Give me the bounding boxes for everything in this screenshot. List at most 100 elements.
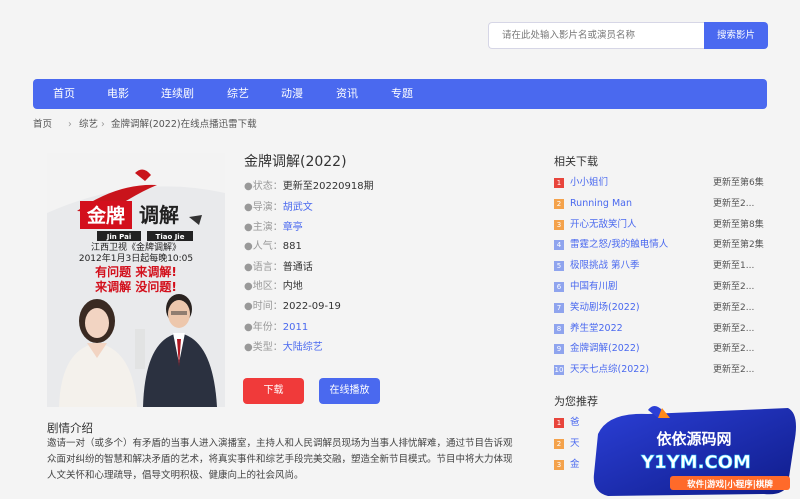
info-label: ●语言： — [244, 262, 283, 273]
breadcrumb-home[interactable]: 首页 — [33, 118, 52, 132]
info-label: ●年份： — [244, 322, 283, 333]
watermark-line3: 软件|游戏|小程序|棋牌 — [687, 479, 773, 490]
poster-line1: 江西卫视《金牌调解》 — [91, 241, 181, 253]
related-item-title[interactable]: 雷霆之怒/我的触电情人 — [570, 238, 668, 252]
poster-pinyin-1: Jin Pai — [106, 233, 132, 241]
poster-brand-right: 调解 — [139, 203, 179, 227]
year-link[interactable]: 2011 — [283, 322, 308, 333]
page-title: 金牌调解(2022) — [244, 154, 347, 170]
recommend-item-title[interactable]: 天 — [570, 437, 580, 451]
related-item-title[interactable]: 小小姐们 — [570, 176, 608, 190]
related-item-status: 更新至2... — [713, 302, 755, 313]
search-bar: 搜索影片 — [488, 22, 768, 49]
related-title: 相关下载 — [554, 155, 598, 168]
nav-variety[interactable]: 综艺 — [227, 79, 249, 109]
search-button[interactable]: 搜索影片 — [704, 22, 768, 49]
rank-badge: 6 — [554, 282, 564, 292]
info-value: 普通话 — [282, 262, 313, 273]
cast-link[interactable]: 章亭 — [283, 222, 303, 233]
nav-topics[interactable]: 专题 — [391, 79, 413, 109]
poster-image[interactable]: 金牌 调解 Jin Pai Tiao Jie 江西卫视《金牌调解》 2012年1… — [47, 153, 225, 407]
related-item-title[interactable]: 天天七点综(2022) — [570, 363, 649, 377]
related-item-status: 更新至1... — [713, 261, 755, 272]
rank-badge: 3 — [554, 460, 564, 470]
info-label: ●类型： — [244, 342, 283, 353]
info-type: ●类型：大陆综艺 — [244, 341, 323, 355]
watermark-line2: Y1YM.COM — [640, 452, 751, 473]
related-item[interactable]: 10 天天七点综(2022) 更新至2... — [554, 363, 784, 377]
info-label: ●地区： — [244, 281, 283, 292]
search-input[interactable] — [488, 22, 704, 49]
info-director: ●导演：胡武文 — [244, 201, 313, 215]
related-item[interactable]: 1 小小姐们 更新至第6集 — [554, 176, 784, 190]
breadcrumb-separator: › — [68, 119, 72, 130]
related-item-status: 更新至第6集 — [713, 178, 764, 188]
rank-badge: 5 — [554, 261, 564, 272]
recommend-item-title[interactable]: 金 — [570, 458, 580, 472]
play-online-button[interactable]: 在线播放 — [319, 378, 380, 404]
info-language: ●语言：普通话 — [244, 261, 313, 275]
info-label: ●时间： — [244, 301, 283, 312]
related-item[interactable]: 7 笑动剧场(2022) 更新至2... — [554, 301, 784, 315]
related-item-title[interactable]: Running Man — [570, 197, 632, 211]
info-label: ●导演： — [244, 202, 283, 213]
recommend-item-title[interactable]: 爸 — [570, 416, 580, 430]
related-item[interactable]: 2 Running Man 更新至2... — [554, 197, 784, 211]
poster-line2: 2012年1月3日起每晚10:05 — [79, 252, 193, 264]
rank-badge: 8 — [554, 323, 564, 334]
related-item-title[interactable]: 养生堂2022 — [570, 322, 623, 336]
breadcrumb-category[interactable]: 综艺 — [79, 118, 98, 132]
poster-slogan2: 来调解 没问题! — [94, 279, 177, 294]
breadcrumb-separator: › — [101, 119, 105, 130]
related-item-title[interactable]: 笑动剧场(2022) — [570, 301, 640, 315]
related-item-status: 更新至2... — [713, 323, 755, 334]
related-item-title[interactable]: 金牌调解(2022) — [570, 342, 640, 356]
related-item[interactable]: 8 养生堂2022 更新至2... — [554, 322, 784, 336]
nav-movies[interactable]: 电影 — [107, 79, 129, 109]
rank-badge: 10 — [554, 365, 564, 376]
related-item[interactable]: 3 开心无敌笑门人 更新至第8集 — [554, 218, 784, 232]
info-time: ●时间：2022-09-19 — [244, 300, 341, 314]
info-value: 881 — [282, 241, 302, 252]
related-item-title[interactable]: 中国有川剧 — [570, 280, 618, 294]
related-item-title[interactable]: 极限挑战 第八季 — [570, 259, 640, 273]
info-year: ●年份：2011 — [244, 321, 308, 335]
plot-title: 剧情介绍 — [47, 421, 93, 435]
nav-news[interactable]: 资讯 — [336, 79, 358, 109]
rank-badge: 1 — [554, 418, 564, 428]
info-status: ●状态：更新至20220918期 — [244, 180, 374, 194]
rank-badge: 2 — [554, 439, 564, 449]
info-cast: ●主演：章亭 — [244, 221, 303, 235]
related-item-status: 更新至第2集 — [713, 240, 764, 251]
watermark-graphic: 依依源码网 Y1YM.COM 软件|游戏|小程序|棋牌 — [593, 406, 796, 496]
poster-slogan1: 有问题 来调解! — [95, 264, 177, 279]
poster-brand-left: 金牌 — [86, 204, 125, 227]
info-value: 2022-09-19 — [282, 301, 341, 312]
rank-badge: 2 — [554, 198, 564, 209]
watermark-logo: 依依源码网 Y1YM.COM 软件|游戏|小程序|棋牌 — [588, 404, 800, 499]
related-item-status: 更新至2... — [713, 198, 755, 209]
info-label: ●主演： — [244, 222, 283, 233]
breadcrumb-current: 金牌调解(2022)在线点播迅雷下载 — [111, 119, 257, 130]
director-link[interactable]: 胡武文 — [283, 202, 313, 213]
rank-badge: 7 — [554, 302, 564, 313]
nav-series[interactable]: 连续剧 — [161, 79, 194, 109]
info-label: ●人气： — [244, 241, 283, 252]
related-item-status: 更新至2... — [713, 344, 755, 355]
related-item[interactable]: 5 极限挑战 第八季 更新至1... — [554, 259, 784, 273]
type-link[interactable]: 大陆综艺 — [283, 342, 323, 353]
poster-pinyin-2: Tiao Jie — [156, 233, 185, 241]
download-button[interactable]: 下载 — [243, 378, 304, 404]
watermark-line1: 依依源码网 — [656, 430, 731, 448]
related-item[interactable]: 6 中国有川剧 更新至2... — [554, 280, 784, 294]
related-item-title[interactable]: 开心无敌笑门人 — [570, 218, 637, 232]
nav-anime[interactable]: 动漫 — [281, 79, 303, 109]
info-value: 内地 — [282, 281, 303, 292]
info-region: ●地区：内地 — [244, 280, 303, 294]
related-item[interactable]: 4 雷霆之怒/我的触电情人 更新至第2集 — [554, 238, 784, 252]
poster-artwork: 金牌 调解 Jin Pai Tiao Jie 江西卫视《金牌调解》 2012年1… — [47, 153, 225, 407]
nav-home[interactable]: 首页 — [53, 79, 75, 109]
related-item[interactable]: 9 金牌调解(2022) 更新至2... — [554, 342, 784, 356]
plot-text: 邀请一对（或多个）有矛盾的当事人进入演播室，主持人和人民调解员现场为当事人排忧解… — [47, 438, 513, 481]
info-popularity: ●人气：881 — [244, 240, 302, 254]
